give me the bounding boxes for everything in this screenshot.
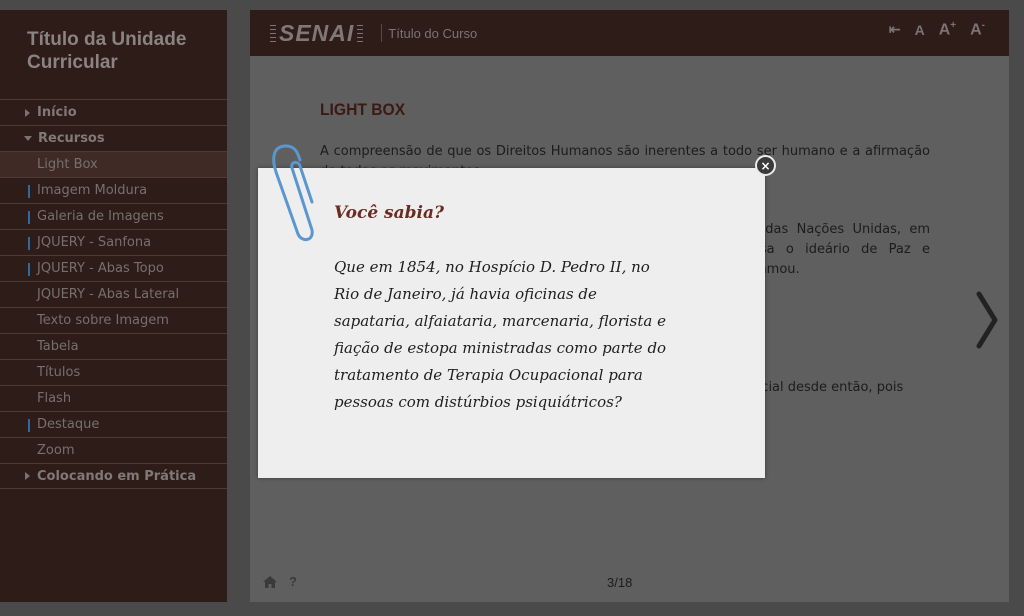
sidebar-item[interactable]: Texto sobre Imagem bbox=[0, 307, 227, 333]
header-divider bbox=[381, 24, 383, 42]
lightbox-text: Que em 1854, no Hospício D. Pedro II, no… bbox=[334, 258, 667, 411]
item-marker bbox=[28, 419, 30, 432]
font-increase-letter: A bbox=[938, 21, 951, 39]
sidebar-item[interactable]: Imagem Moldura bbox=[0, 177, 227, 203]
senai-logo: SENAI bbox=[270, 19, 364, 47]
sidebar-item-label: Destaque bbox=[37, 417, 100, 432]
footer: ? 3/18 bbox=[250, 562, 1009, 602]
sidebar-item[interactable]: Tabela bbox=[0, 333, 227, 359]
sidebar-item-label: Títulos bbox=[37, 365, 81, 380]
item-marker bbox=[28, 185, 30, 198]
sidebar-menu: Início Recursos Light Box Imagem Moldura Gal… bbox=[0, 99, 227, 489]
sidebar-item-label: Colocando em Prática bbox=[37, 468, 197, 484]
sidebar-item[interactable]: Zoom bbox=[0, 437, 227, 463]
sidebar-item[interactable]: Início bbox=[0, 99, 227, 125]
lightbox-close-button[interactable]: × bbox=[755, 155, 776, 176]
unit-title: Título da Unidade Curricular bbox=[27, 29, 187, 73]
page-number: 3/18 bbox=[607, 575, 633, 590]
sidebar-item[interactable]: JQUERY - Abas Topo bbox=[0, 255, 227, 281]
sidebar-item[interactable]: JQUERY - Abas Lateral bbox=[0, 281, 227, 307]
sidebar-item-label: Recursos bbox=[38, 131, 105, 146]
logo-text: SENAI bbox=[279, 19, 355, 46]
sidebar-item-label: JQUERY - Abas Lateral bbox=[37, 287, 180, 302]
logo-lines-right bbox=[357, 24, 364, 42]
item-marker bbox=[28, 237, 30, 250]
next-page-arrow-icon[interactable] bbox=[975, 290, 1001, 350]
sidebar-item-label: Galeria de Imagens bbox=[37, 209, 164, 224]
paperclip-icon bbox=[272, 144, 314, 241]
sidebar-item[interactable]: JQUERY - Sanfona bbox=[0, 229, 227, 255]
chevron-right-icon bbox=[25, 108, 30, 117]
font-decrease-letter: A bbox=[970, 21, 982, 39]
chevron-down-icon bbox=[24, 136, 32, 141]
font-decrease-sign: - bbox=[981, 20, 985, 31]
course-title: Título do Curso bbox=[388, 25, 478, 41]
sidebar-item-label: Light Box bbox=[37, 157, 98, 172]
sidebar-item[interactable]: Colocando em Prática bbox=[0, 463, 227, 489]
sidebar-item-label: Tabela bbox=[37, 339, 79, 354]
sidebar-item[interactable]: Títulos bbox=[0, 359, 227, 385]
sidebar-item-label: Imagem Moldura bbox=[37, 183, 148, 198]
home-icon[interactable] bbox=[263, 576, 277, 588]
sidebar-item-label: JQUERY - Sanfona bbox=[37, 235, 152, 250]
toolbar: ⇤ A A+ A- bbox=[889, 20, 985, 39]
lightbox-dialog: Você sabia? Que em 1854, no Hospício D. … bbox=[258, 168, 765, 478]
chevron-right-icon bbox=[25, 472, 30, 480]
font-decrease-button[interactable]: A- bbox=[970, 20, 985, 39]
sidebar-item-label: Flash bbox=[37, 391, 72, 406]
sidebar-item[interactable]: Flash bbox=[0, 385, 227, 411]
sidebar-item[interactable]: Recursos bbox=[0, 125, 227, 151]
sidebar: Título da Unidade Curricular Início Recur… bbox=[0, 10, 227, 602]
font-normal-button[interactable]: A bbox=[915, 22, 925, 38]
sidebar-item[interactable]: Galeria de Imagens bbox=[0, 203, 227, 229]
item-marker bbox=[28, 263, 30, 276]
sidebar-item-label: Zoom bbox=[37, 443, 75, 458]
help-icon[interactable]: ? bbox=[289, 574, 297, 589]
sidebar-item-label: Texto sobre Imagem bbox=[37, 313, 169, 328]
lightbox-title: Você sabia? bbox=[334, 203, 444, 223]
font-increase-sign: + bbox=[950, 20, 957, 31]
sidebar-item-label: Início bbox=[37, 105, 77, 120]
top-bar: SENAI Título do Curso ⇤ A A+ A- bbox=[250, 10, 1009, 56]
sidebar-item-label: JQUERY - Abas Topo bbox=[37, 261, 164, 276]
sidebar-item[interactable]: Light Box bbox=[0, 151, 227, 177]
font-increase-button[interactable]: A+ bbox=[939, 20, 956, 39]
logo-lines-left bbox=[270, 24, 276, 42]
item-marker bbox=[28, 211, 30, 224]
page-heading: LIGHT BOX bbox=[320, 100, 406, 119]
collapse-menu-icon[interactable]: ⇤ bbox=[889, 21, 901, 38]
sidebar-item[interactable]: Destaque bbox=[0, 411, 227, 437]
